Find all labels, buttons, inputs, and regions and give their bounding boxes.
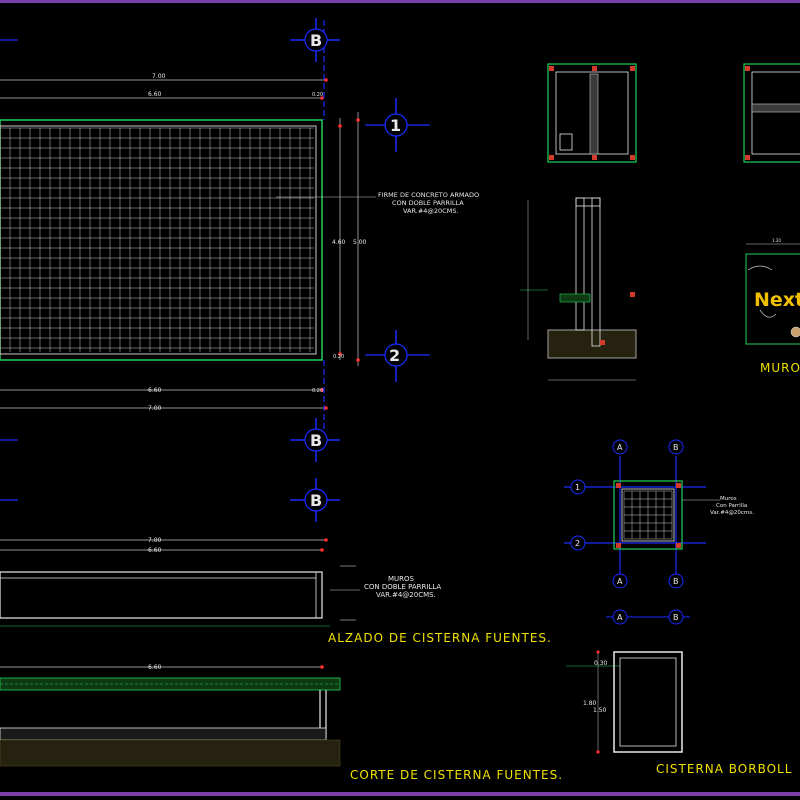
dim-total-top: 7.00 [152,73,166,80]
dim-total-bot: 7.00 [148,405,162,412]
axis-bubble-1: 1 [384,98,408,152]
walls-note-1: MUROS [388,575,415,583]
borbollon-rebar-grid [623,490,673,540]
walls-note-2: CON DOBLE PARRILLA [364,583,441,591]
borb-axis-a-sec: A [612,609,628,625]
slab-inner-outline [0,125,317,355]
slab-outline [0,119,323,361]
dim-height-total: 5.00 [353,239,367,246]
section-natural-soil [0,739,341,767]
section-bottom-slab [0,727,327,741]
borb-axis-a-top: A [612,439,628,455]
elevation-wall [0,571,323,619]
borb-muros-note-2: Con Parrilla [716,503,747,509]
svg-text:A: A [617,613,623,622]
cad-drawing-canvas[interactable]: 7.00 6.60 0.20 6.60 7.00 0.20 4.60 5.00 … [0,0,800,800]
borb-axis-2: 2 [570,535,586,551]
section-title: CORTE DE CISTERNA FUENTES. [350,768,563,782]
plan-view: 7.00 6.60 0.20 6.60 7.00 0.20 4.60 5.00 … [0,18,479,501]
dim-inner-bot: 6.60 [148,387,162,394]
borb-dim-h1: 1.80 [583,700,597,707]
detail-plan-small-2 [743,63,800,163]
section-view: 6.60 CORTE DE CISTERNA FUENTES. [0,664,563,782]
svg-text:1.20: 1.20 [772,238,781,243]
borb-dim-top: 0.30 [594,660,608,667]
borb-axis-b-sec: B [668,609,684,625]
borb-muros-note-3: Var.#4@20cms. [710,510,754,516]
svg-text:2: 2 [575,539,580,548]
svg-text:1: 1 [390,116,401,135]
borb-dim-h2: 1.50 [593,707,607,714]
borb-axis-1: 1 [570,479,586,495]
borb-axis-b-top: B [668,439,684,455]
borb-axis-a-bot: A [612,573,628,589]
dim-inner-top: 6.60 [148,91,162,98]
axis-bubble-b-low: B [290,478,340,522]
dim-offset-bot: 0.20 [312,388,323,394]
elev-dim-inner: 6.60 [148,547,162,554]
dim-height-inner: 4.60 [332,239,346,246]
slab-note-line-3: VAR.#4@20CMS. [403,207,459,215]
slab-note-line-1: FIRME DE CONCRETO ARMADO [378,191,479,199]
svg-text:B: B [310,491,322,510]
axis-bubble-b-mid: B [290,418,340,462]
borb-axis-b-bot: B [668,573,684,589]
borbollon-title: CISTERNA BORBOLL [656,762,792,776]
svg-text:B: B [673,613,679,622]
dim-offset-top: 0.20 [312,92,323,98]
axis-bubble-b-top: B [290,18,340,62]
borbollon-section: A B 0.30 1.80 1.50 CISTERNA BORBOLL [566,609,792,776]
brand-watermark: Nextla [754,289,800,311]
svg-text:B: B [673,443,679,452]
dim-small-bottom: 0.20 [333,354,344,360]
section-dim-inner: 6.60 [148,664,162,671]
axis-bubble-2: 2 [384,330,408,382]
detail-muro: 1.20 Nextla MURO [745,238,800,375]
elev-dim-total: 7.00 [148,537,162,544]
svg-text:A: A [617,443,623,452]
svg-text:1: 1 [575,483,580,492]
svg-text:B: B [310,431,322,450]
elevation-view: B 7.00 6.60 MUROS CON DOBLE PARRILLA VAR… [0,478,552,645]
borbollon-plan: A B 1 2 A B Muros Con Parrilla Var.#4@20… [564,439,754,589]
walls-note-3: VAR.#4@20CMS. [376,591,436,599]
elevation-title: ALZADO DE CISTERNA FUENTES. [328,631,552,645]
detail-section-fountain [520,197,637,381]
slab-note-line-2: CON DOBLE PARRILLA [392,199,464,207]
svg-text:2: 2 [389,346,400,365]
muro-title: MURO [760,361,800,375]
detail-plan-small [547,63,637,163]
svg-text:B: B [310,31,322,50]
slab-rebar-grid [0,127,314,352]
svg-text:B: B [673,577,679,586]
borb-muros-note-1: Muros [720,496,737,502]
svg-text:A: A [617,577,623,586]
